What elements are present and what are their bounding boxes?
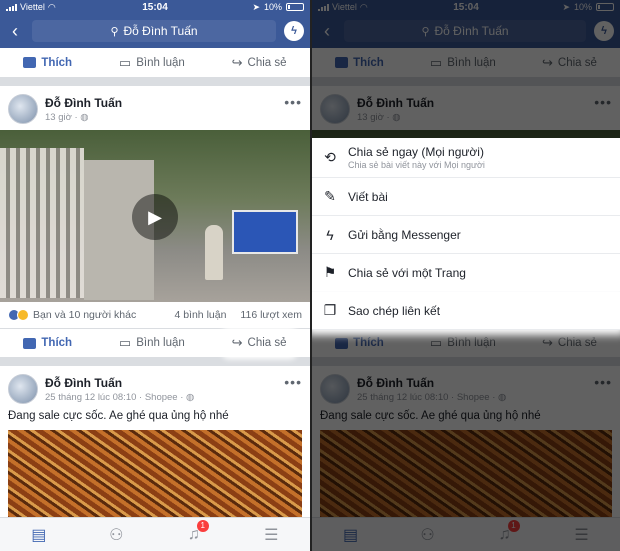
post-time-text: 25 tháng 12 lúc 08:10 · Shopee bbox=[45, 391, 178, 403]
post-author[interactable]: Đỗ Đình Tuấn bbox=[45, 96, 277, 110]
comment-icon: ▭ bbox=[118, 54, 132, 70]
notifications-tab-icon[interactable]: ♫1 bbox=[182, 519, 209, 547]
like-label: Thích bbox=[41, 56, 73, 69]
nav-bar: ‹ ⚲ Đỗ Đình Tuấn ϟ bbox=[0, 14, 310, 48]
like-label: Thích bbox=[41, 337, 73, 349]
flag-icon: ⚑ bbox=[323, 264, 337, 280]
repost-icon: ⟲ bbox=[324, 149, 336, 165]
feed-separator bbox=[0, 358, 310, 366]
share-arrow-icon: ↪ bbox=[231, 54, 243, 70]
post-comment-button[interactable]: ▭ Bình luận bbox=[113, 331, 191, 355]
post-share-button[interactable]: ↪ Chia sẻ bbox=[225, 331, 293, 355]
notification-badge: 1 bbox=[196, 519, 209, 532]
menu-tab-icon[interactable]: ☰ bbox=[259, 523, 283, 547]
share-now-item[interactable]: ⟲ Chia sẻ ngay (Mọi người) Chia sẻ bài v… bbox=[312, 138, 620, 178]
views-count: 116 lượt xem bbox=[240, 309, 302, 321]
more-options-icon[interactable]: ••• bbox=[284, 374, 302, 390]
post-time-text: 13 giờ bbox=[45, 111, 72, 123]
post-author[interactable]: Đỗ Đình Tuấn bbox=[45, 376, 277, 390]
battery-icon bbox=[286, 3, 304, 11]
avatar[interactable] bbox=[8, 374, 38, 404]
post-video: Đỗ Đình Tuấn 13 giờ · ◍ ••• ▶ Bạn và 10 … bbox=[0, 86, 310, 358]
bottom-tab-bar: ▤ ⚇ ♫1 ☰ bbox=[0, 517, 310, 551]
share-now-text: Chia sẻ ngay (Mọi người) Chia sẻ bài viế… bbox=[348, 145, 485, 170]
person-shape bbox=[205, 225, 223, 280]
avatar[interactable] bbox=[8, 94, 38, 124]
globe-icon: ◍ bbox=[80, 111, 89, 123]
share-to-page-label: Chia sẻ với một Trang bbox=[348, 265, 466, 280]
comment-label: Bình luận bbox=[136, 337, 185, 349]
copy-link-icon: ❐ bbox=[323, 302, 337, 318]
back-arrow-icon[interactable]: ‹ bbox=[6, 21, 24, 42]
share-now-label: Chia sẻ ngay (Mọi người) bbox=[348, 145, 484, 159]
comment-label: Bình luận bbox=[136, 56, 185, 69]
share-now-desc: Chia sẻ bài viết này với Mọi người bbox=[348, 160, 485, 170]
thumbs-up-icon bbox=[23, 57, 37, 68]
status-time: 15:04 bbox=[142, 1, 168, 13]
share-label: Chia sẻ bbox=[247, 337, 287, 349]
thumbs-up-icon bbox=[23, 337, 37, 349]
search-icon: ⚲ bbox=[110, 25, 119, 38]
friends-tab-icon[interactable]: ⚇ bbox=[104, 523, 128, 547]
post-header: Đỗ Đình Tuấn 13 giờ · ◍ ••• bbox=[0, 86, 310, 130]
post-stats: Bạn và 10 người khác 4 bình luận 116 lượ… bbox=[0, 302, 310, 328]
share-label: Chia sẻ bbox=[247, 56, 287, 69]
post-header: Đỗ Đình Tuấn 25 tháng 12 lúc 08:10 · Sho… bbox=[0, 366, 310, 410]
blue-sign bbox=[232, 210, 298, 254]
search-input[interactable]: ⚲ Đỗ Đình Tuấn bbox=[32, 20, 276, 42]
status-bar: Viettel ◠ 15:04 ➤ 10% bbox=[0, 0, 310, 14]
top-bar: Viettel ◠ 15:04 ➤ 10% ‹ ⚲ Đỗ Đình Tuấn ϟ bbox=[0, 0, 310, 48]
right-screen: Viettel ◠ 15:04 ➤ 10% ‹ ⚲ Đỗ Đình Tuấn ϟ bbox=[310, 0, 620, 551]
write-post-item[interactable]: ✎ Viết bài bbox=[312, 178, 620, 216]
send-messenger-item[interactable]: ϟ Gửi bằng Messenger bbox=[312, 216, 620, 254]
send-messenger-label: Gửi bằng Messenger bbox=[348, 227, 461, 242]
like-button[interactable]: Thích bbox=[17, 53, 78, 73]
copy-link-label: Sao chép liên kết bbox=[348, 303, 441, 318]
share-arrow-icon: ↪ bbox=[231, 335, 243, 350]
globe-icon: ◍ bbox=[186, 391, 195, 403]
share-to-page-item[interactable]: ⚑ Chia sẻ với một Trang bbox=[312, 254, 620, 292]
messenger-icon[interactable]: ϟ bbox=[284, 21, 304, 41]
play-icon[interactable]: ▶ bbox=[132, 194, 178, 240]
comment-button[interactable]: ▭ Bình luận bbox=[113, 51, 191, 75]
post-action-row: Thích ▭ Bình luận ↪ Chia sẻ bbox=[0, 328, 310, 358]
post-meta: Đỗ Đình Tuấn 25 tháng 12 lúc 08:10 · Sho… bbox=[45, 376, 277, 403]
menu-caret bbox=[572, 320, 586, 328]
left-screen: Viettel ◠ 15:04 ➤ 10% ‹ ⚲ Đỗ Đình Tuấn ϟ bbox=[0, 0, 310, 551]
video-thumbnail[interactable]: ▶ bbox=[0, 130, 310, 302]
gate-shape bbox=[0, 148, 84, 298]
more-options-icon[interactable]: ••• bbox=[284, 94, 302, 110]
comment-icon: ▭ bbox=[118, 335, 132, 350]
feed-separator bbox=[0, 78, 310, 86]
share-menu: ⟲ Chia sẻ ngay (Mọi người) Chia sẻ bài v… bbox=[312, 138, 620, 330]
news-feed-tab-icon[interactable]: ▤ bbox=[27, 523, 51, 547]
reactions-text[interactable]: Bạn và 10 người khác bbox=[33, 309, 136, 321]
action-row-top: Thích ▭ Bình luận ↪ Chia sẻ bbox=[0, 48, 310, 78]
post-caption: Đang sale cực sốc. Ae ghé qua ủng hộ nhé bbox=[8, 410, 229, 422]
search-text: Đỗ Đình Tuấn bbox=[123, 24, 198, 38]
write-post-label: Viết bài bbox=[348, 189, 388, 204]
post-time: 25 tháng 12 lúc 08:10 · Shopee · ◍ bbox=[45, 391, 195, 403]
post-time: 13 giờ · ◍ bbox=[45, 111, 89, 123]
reactions-icon bbox=[8, 309, 29, 321]
messenger-icon: ϟ bbox=[326, 226, 334, 243]
post-shopee: Đỗ Đình Tuấn 25 tháng 12 lúc 08:10 · Sho… bbox=[0, 366, 310, 540]
post-meta: Đỗ Đình Tuấn 13 giờ · ◍ bbox=[45, 96, 277, 123]
compose-icon: ✎ bbox=[324, 188, 336, 204]
post-like-button[interactable]: Thích bbox=[17, 333, 78, 353]
share-button[interactable]: ↪ Chia sẻ bbox=[226, 51, 293, 75]
comments-count[interactable]: 4 bình luận bbox=[174, 309, 226, 321]
